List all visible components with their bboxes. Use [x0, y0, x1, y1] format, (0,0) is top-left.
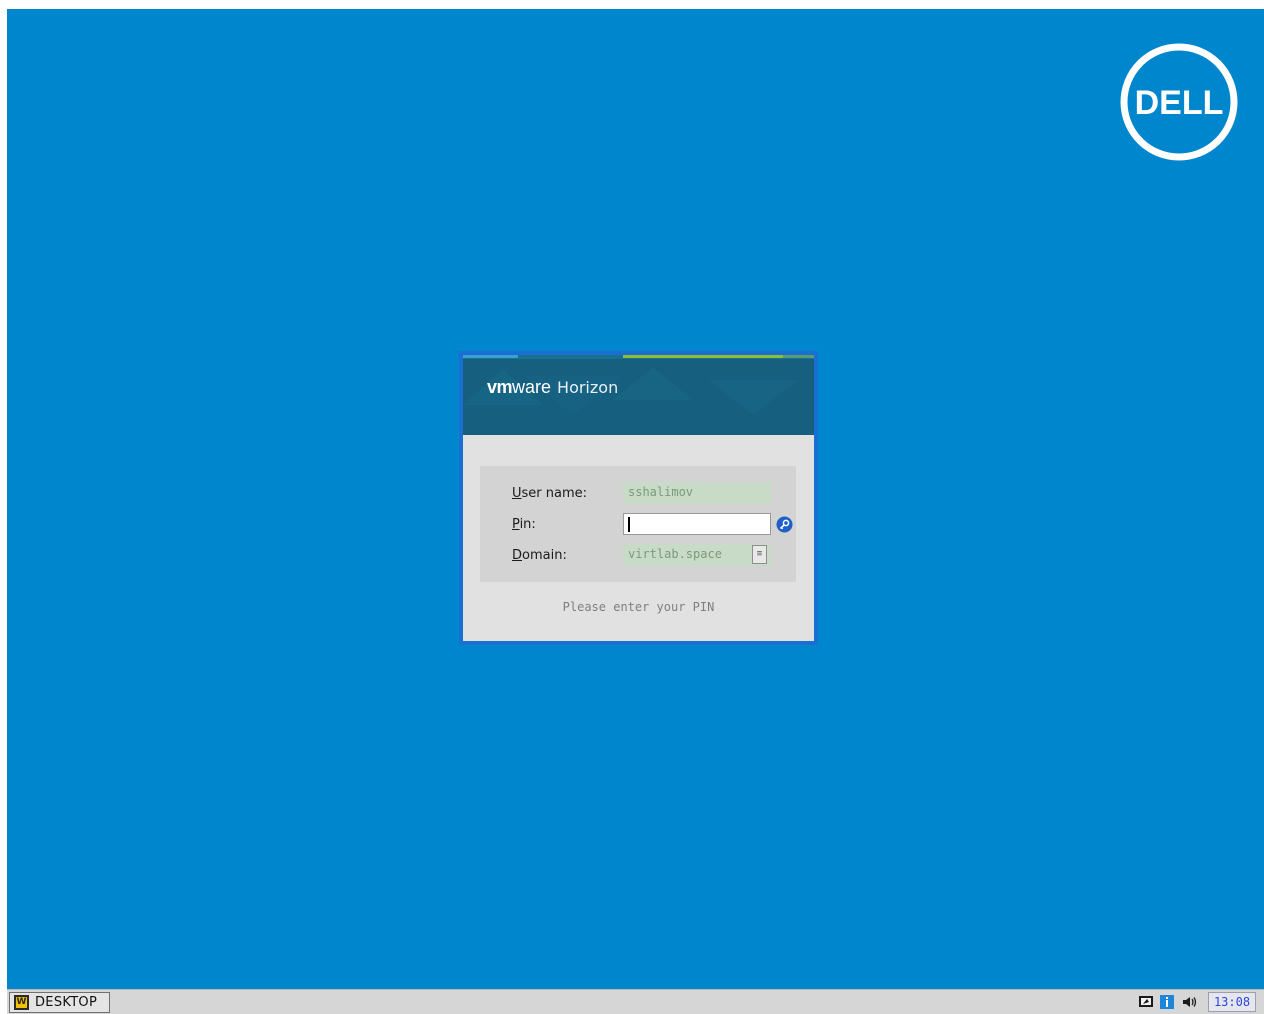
credentials-form: User name: sshalimov Pin: Domain: virtla… — [480, 466, 796, 582]
dell-logo: DELL — [1119, 42, 1239, 162]
pin-label: Pin: — [512, 517, 536, 532]
username-label: User name: — [512, 486, 587, 501]
wyse-icon-letter: W — [16, 997, 27, 1008]
vmware-horizon-banner: vmware Horizon — [463, 355, 814, 435]
clock[interactable]: 13:08 — [1208, 992, 1256, 1012]
domain-label: Domain: — [512, 548, 567, 563]
text-cursor — [628, 517, 630, 532]
domain-label-mnemonic: D — [512, 548, 523, 563]
display-icon[interactable] — [1138, 994, 1154, 1010]
info-icon[interactable] — [1159, 994, 1175, 1010]
taskbar: W DESKTOP 13:08 — [7, 989, 1264, 1014]
key-icon[interactable] — [776, 516, 793, 533]
dell-logo-text: DELL — [1135, 84, 1224, 122]
pin-label-text: in: — [519, 517, 536, 532]
status-message: Please enter your PIN — [562, 600, 715, 614]
domain-select[interactable]: virtlab.space ≡ — [623, 544, 771, 566]
username-label-text: ser name: — [521, 486, 588, 501]
username-row: User name: sshalimov — [480, 482, 796, 506]
wyse-icon: W — [14, 995, 29, 1010]
desktop: DELL vmware Horizon User name: sshalimov… — [7, 9, 1264, 989]
brand-product: Horizon — [557, 378, 619, 397]
pin-row: Pin: — [480, 513, 796, 537]
login-dialog: vmware Horizon User name: sshalimov Pin: — [459, 351, 818, 645]
domain-row: Domain: virtlab.space ≡ — [480, 544, 796, 568]
pin-input[interactable] — [623, 513, 771, 535]
domain-value: virtlab.space — [628, 547, 722, 561]
desktop-start-button[interactable]: W DESKTOP — [9, 992, 110, 1013]
domain-label-text: omain: — [522, 548, 567, 563]
username-label-mnemonic: U — [512, 486, 522, 501]
username-field[interactable]: sshalimov — [623, 482, 771, 504]
login-dialog-body: vmware Horizon User name: sshalimov Pin: — [463, 355, 814, 641]
speaker-icon[interactable] — [1182, 994, 1198, 1010]
chevron-down-icon[interactable]: ≡ — [752, 545, 767, 564]
vmware-horizon-logo: vmware Horizon — [487, 375, 618, 400]
brand-vm: vm — [487, 377, 513, 397]
pin-label-mnemonic: P — [512, 517, 520, 532]
username-value: sshalimov — [628, 485, 694, 499]
brand-ware: ware — [512, 377, 552, 397]
start-button-label: DESKTOP — [35, 995, 98, 1010]
